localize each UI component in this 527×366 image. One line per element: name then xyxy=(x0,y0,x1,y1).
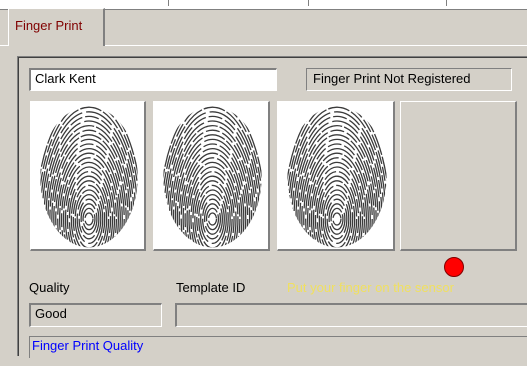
fingerprint-icon xyxy=(40,106,138,248)
fingerprint-sample-2[interactable] xyxy=(153,101,270,251)
template-id-field[interactable] xyxy=(175,303,527,327)
fingerprint-sample-4[interactable] xyxy=(400,101,517,251)
template-id-label: Template ID xyxy=(176,280,246,295)
tab-divider xyxy=(446,0,447,6)
registration-status: Finger Print Not Registered xyxy=(306,68,512,91)
fingerprint-sample-1[interactable] xyxy=(30,101,146,251)
quality-field[interactable]: Good xyxy=(29,303,162,327)
name-value: Clark Kent xyxy=(35,71,96,86)
name-field[interactable]: Clark Kent xyxy=(29,68,277,91)
finger-print-quality-bar: Finger Print Quality xyxy=(29,336,527,358)
tab-divider xyxy=(308,0,309,6)
sensor-message: Put your finger on the sensor xyxy=(287,280,454,295)
tab-label: Finger Print xyxy=(15,18,83,33)
quality-label: Quality xyxy=(29,280,70,295)
tab-divider xyxy=(168,0,169,6)
fingerprint-icon xyxy=(163,106,262,248)
status-led-icon xyxy=(444,257,464,277)
fingerprint-icon xyxy=(287,106,387,248)
fingerprint-sample-3[interactable] xyxy=(277,101,395,251)
quality-value: Good xyxy=(35,306,67,321)
registration-status-text: Finger Print Not Registered xyxy=(313,71,471,86)
tab-finger-print[interactable]: Finger Print xyxy=(8,8,105,46)
quality-bar-label: Finger Print Quality xyxy=(32,338,144,353)
